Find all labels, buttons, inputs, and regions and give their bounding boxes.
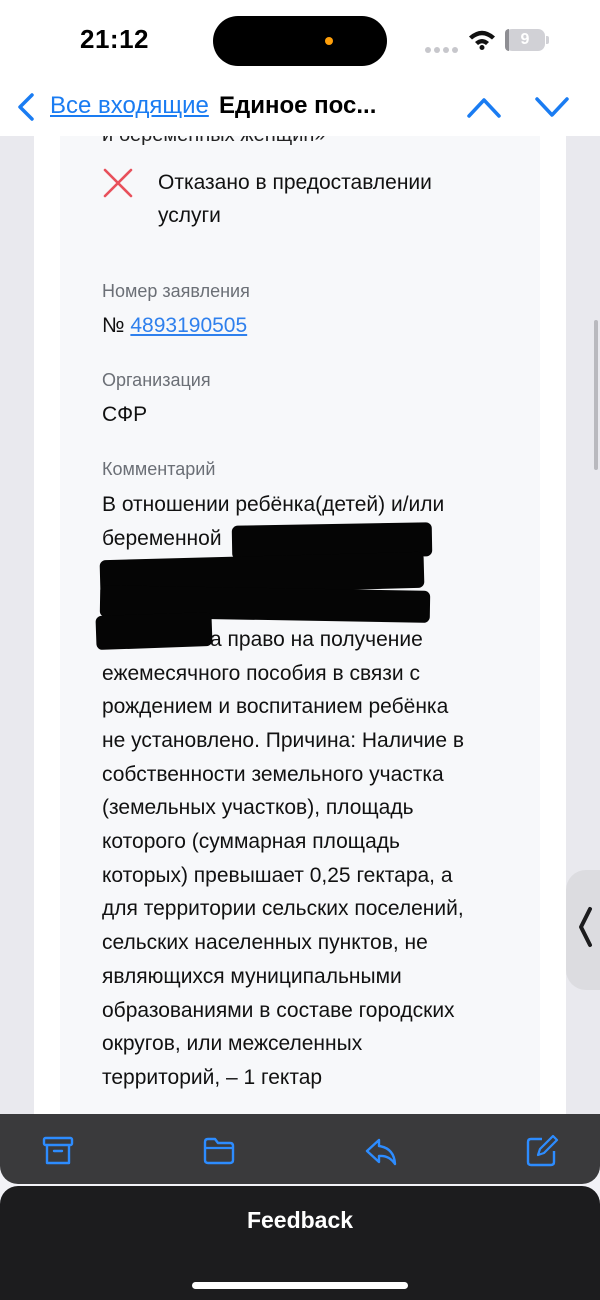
battery-icon: 9 [505,29,545,51]
folder-icon[interactable] [202,1134,236,1168]
battery-cap [546,36,549,44]
comment-line: которых) превышает 0,25 гектара, а [102,863,453,887]
comment-line: округов, или межселенных [102,1032,363,1056]
comment-line: образованиями в составе городских [102,998,455,1022]
reply-icon[interactable] [364,1134,398,1168]
comment-line: ежемесячного пособия в связи с [102,661,420,685]
next-message-icon[interactable] [534,92,570,122]
wifi-icon [469,30,495,50]
home-indicator[interactable] [192,1282,408,1289]
comment-label: Комментарий [102,459,216,479]
archive-icon[interactable] [41,1134,75,1168]
status-bar: 21:12 9 [0,0,600,80]
battery-level: 9 [520,31,530,48]
back-to-inbox-link[interactable]: Все входящие [50,92,209,120]
email-subject-title: Единое пос... [219,92,377,119]
organization-value: СФР [102,403,148,426]
application-status-text: Отказано в предоставлении услуги [158,171,432,227]
redaction-mark [95,611,213,651]
application-number-label: Номер заявления [102,281,250,301]
cellular-signal-icon [425,40,461,58]
application-number-value: № 4893190505 [102,314,247,338]
comment-line: сельских населенных пунктов, не [102,931,428,955]
mail-toolbar [0,1114,600,1184]
cut-off-service-name: и беременных женщин» [102,136,326,147]
comment-line: (земельных участков), площадь [102,796,414,820]
rejected-cross-icon [103,168,133,198]
comment-line: территорий, – 1 гектар [102,1065,323,1089]
previous-message-icon[interactable] [466,92,502,122]
comment-line: которого (суммарная площадь [102,830,400,854]
mail-navigation-bar: Все входящие Единое пос... [0,80,600,137]
chevron-left-icon[interactable] [14,92,38,122]
dynamic-island [213,16,387,66]
comment-line: являющихся муниципальными [102,964,402,988]
scroll-indicator[interactable] [594,320,598,470]
number-sign: № [102,314,125,337]
status-time: 21:12 [80,24,149,54]
compose-icon[interactable] [525,1134,559,1168]
comment-line: для территории сельских поселений, [102,897,464,921]
comment-line: собственности земельного участка [102,762,444,786]
chevron-left-icon[interactable] [576,905,594,949]
comment-line: не установлено. Причина: Наличие в [102,728,465,752]
email-body[interactable]: и беременных женщин» Отказано в предоста… [0,136,600,1114]
organization-label: Организация [102,370,211,390]
application-number-link[interactable]: 4893190505 [130,314,247,337]
comment-line: В отношении ребёнка(детей) и/или [102,493,445,516]
privacy-indicator-dot [325,37,333,45]
feedback-button[interactable]: Feedback [0,1207,600,1234]
comment-line: рождением и воспитанием ребёнка [102,695,449,719]
